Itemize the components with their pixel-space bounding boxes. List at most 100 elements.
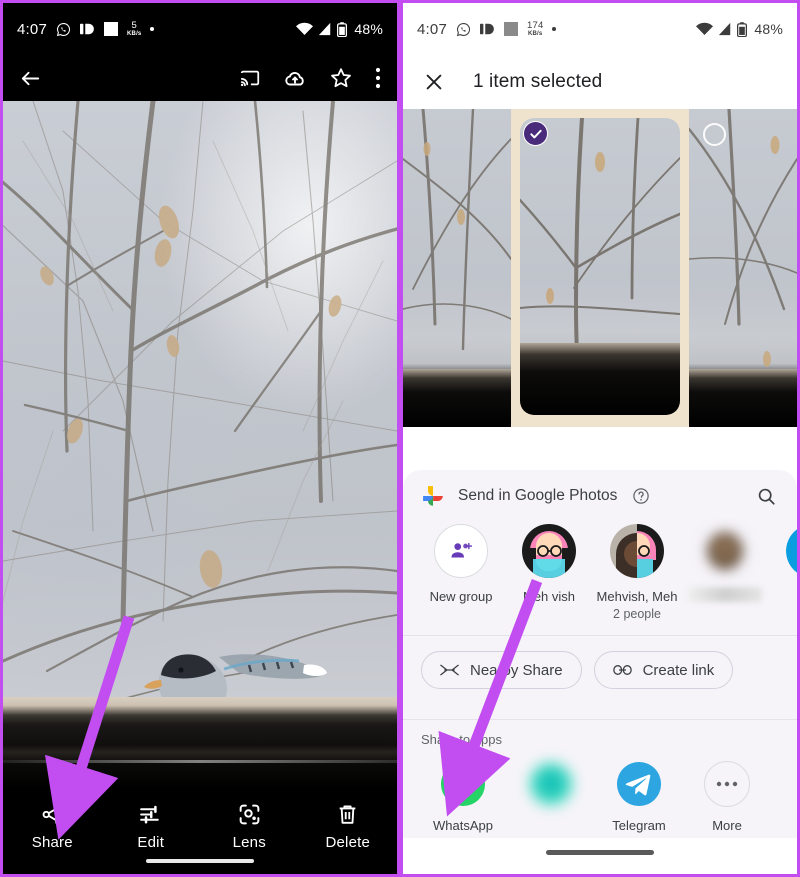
apps-row: WhatsApp Telegram More	[403, 747, 797, 833]
contact-new-group[interactable]: New group	[417, 524, 505, 621]
network-speed-unit: KB/s	[527, 30, 543, 37]
battery-percent: 48%	[754, 21, 783, 37]
whatsapp-status-icon	[456, 22, 471, 37]
telegram-icon	[616, 761, 662, 807]
photo-viewer-toolbar	[3, 55, 397, 101]
edit-button-label: Edit	[137, 834, 165, 851]
more-vert-icon[interactable]	[375, 67, 381, 89]
network-speed-indicator: 5 KB/s	[127, 21, 141, 37]
app-telegram[interactable]: Telegram	[595, 761, 683, 833]
home-indicator[interactable]	[146, 859, 254, 863]
more-dots-icon	[704, 761, 750, 807]
share-button[interactable]: Share	[8, 802, 96, 851]
app-blurred[interactable]	[507, 761, 595, 833]
thumbnail-strip	[403, 109, 797, 427]
contact-subtitle: 2 people	[613, 607, 661, 621]
window-sill	[3, 697, 397, 789]
status-time: 4:07	[417, 20, 447, 38]
delete-button-label: Delete	[325, 834, 371, 851]
app-label: WhatsApp	[433, 818, 493, 833]
avatar-pink-hair	[522, 524, 576, 578]
photo-canvas[interactable]	[3, 101, 397, 789]
thumbnail-right[interactable]	[689, 109, 797, 427]
close-icon[interactable]	[423, 71, 445, 93]
signal-icon	[718, 22, 732, 36]
square-status-icon	[504, 22, 518, 36]
edit-button[interactable]: Edit	[107, 802, 195, 851]
contact-name: Meh vish	[522, 589, 576, 604]
left-status-bar: 4:07 5 KB/s 48%	[3, 3, 397, 55]
strip-gap	[403, 427, 797, 475]
home-indicator[interactable]	[546, 850, 654, 855]
wifi-icon	[296, 22, 314, 36]
delete-button[interactable]: Delete	[304, 802, 392, 851]
wifi-icon	[696, 22, 714, 36]
send-in-google-photos-row[interactable]: Send in Google Photos	[403, 470, 797, 518]
nearby-share-label: Nearby Share	[470, 661, 563, 679]
sheet-bottom-bar	[403, 838, 797, 874]
create-link-label: Create link	[642, 661, 715, 679]
help-circle-icon[interactable]	[632, 487, 650, 505]
lens-button[interactable]: Lens	[205, 802, 293, 851]
lens-button-label: Lens	[232, 834, 266, 851]
new-group-icon	[434, 524, 488, 578]
contact-blurred[interactable]	[681, 524, 769, 621]
nearby-share-chip[interactable]: Nearby Share	[421, 651, 582, 689]
cloud-upload-icon[interactable]	[283, 66, 307, 90]
photo-action-bar: Share Edit Lens Delete	[3, 789, 397, 874]
create-link-chip[interactable]: Create link	[593, 651, 734, 689]
right-status-bar: 4:07 174 KB/s 48%	[403, 3, 797, 55]
network-speed-unit: KB/s	[127, 30, 142, 37]
status-time: 4:07	[17, 20, 47, 38]
back-arrow-icon[interactable]	[19, 67, 42, 90]
right-phone-screen: 4:07 174 KB/s 48% 1 item selected Send i…	[400, 0, 800, 877]
avatar-initials-blue: M	[786, 524, 797, 578]
share-sheet: Send in Google Photos New group Meh vish…	[403, 470, 797, 874]
selection-count-label: 1 item selected	[473, 71, 603, 92]
whatsapp-icon	[440, 761, 486, 807]
empty-circle-icon	[703, 123, 726, 146]
whatsapp-status-icon	[56, 22, 71, 37]
battery-icon	[737, 21, 748, 37]
share-icon	[40, 802, 65, 827]
app-label: Telegram	[612, 818, 666, 833]
battery-percent: 48%	[354, 21, 383, 37]
thumbnail-left[interactable]	[403, 109, 511, 427]
contacts-row: New group Meh vish Mehvish, Meh 2 people	[403, 518, 797, 621]
avatar-blurred	[698, 524, 752, 578]
share-button-label: Share	[31, 834, 73, 851]
app-whatsapp[interactable]: WhatsApp	[419, 761, 507, 833]
battery-icon	[337, 21, 348, 37]
cast-icon[interactable]	[239, 67, 261, 89]
star-outline-icon[interactable]	[329, 66, 353, 90]
search-icon[interactable]	[756, 486, 777, 507]
pocketcast-status-icon	[80, 23, 95, 35]
contact-group[interactable]: Mehvish, Meh 2 people	[593, 524, 681, 621]
share-to-apps-label: Share to apps	[421, 732, 502, 747]
signal-icon	[318, 22, 332, 36]
network-speed-value: 5	[131, 20, 137, 32]
contact-name-blurred	[688, 587, 762, 602]
contact-name: Mehvish, Meh	[596, 589, 678, 604]
tune-icon	[138, 802, 163, 827]
app-more[interactable]: More	[683, 761, 771, 833]
send-in-google-photos-label: Send in Google Photos	[458, 487, 618, 504]
square-status-icon	[104, 22, 118, 36]
contact-name: New group	[429, 589, 493, 604]
contact-mm[interactable]: M MM	[769, 524, 797, 621]
dot-status-icon	[150, 27, 155, 31]
dot-status-icon	[552, 27, 557, 31]
contact-meh-vish[interactable]: Meh vish	[505, 524, 593, 621]
thumbnail-selected[interactable]	[511, 109, 689, 427]
share-options-chips: Nearby Share Create link	[403, 636, 797, 705]
app-label: More	[712, 818, 742, 833]
lens-icon	[237, 802, 262, 827]
avatar-group	[610, 524, 664, 578]
network-speed-value: 174	[527, 20, 544, 32]
check-circle-icon	[523, 121, 548, 146]
nearby-share-icon	[440, 663, 459, 677]
left-phone-screen: 4:07 5 KB/s 48% Share Edit Lens Delete	[0, 0, 400, 877]
link-icon	[612, 664, 632, 676]
screenshot-root: 4:07 5 KB/s 48% Share Edit Lens Delete 4…	[0, 0, 800, 877]
google-photos-icon	[421, 484, 445, 508]
